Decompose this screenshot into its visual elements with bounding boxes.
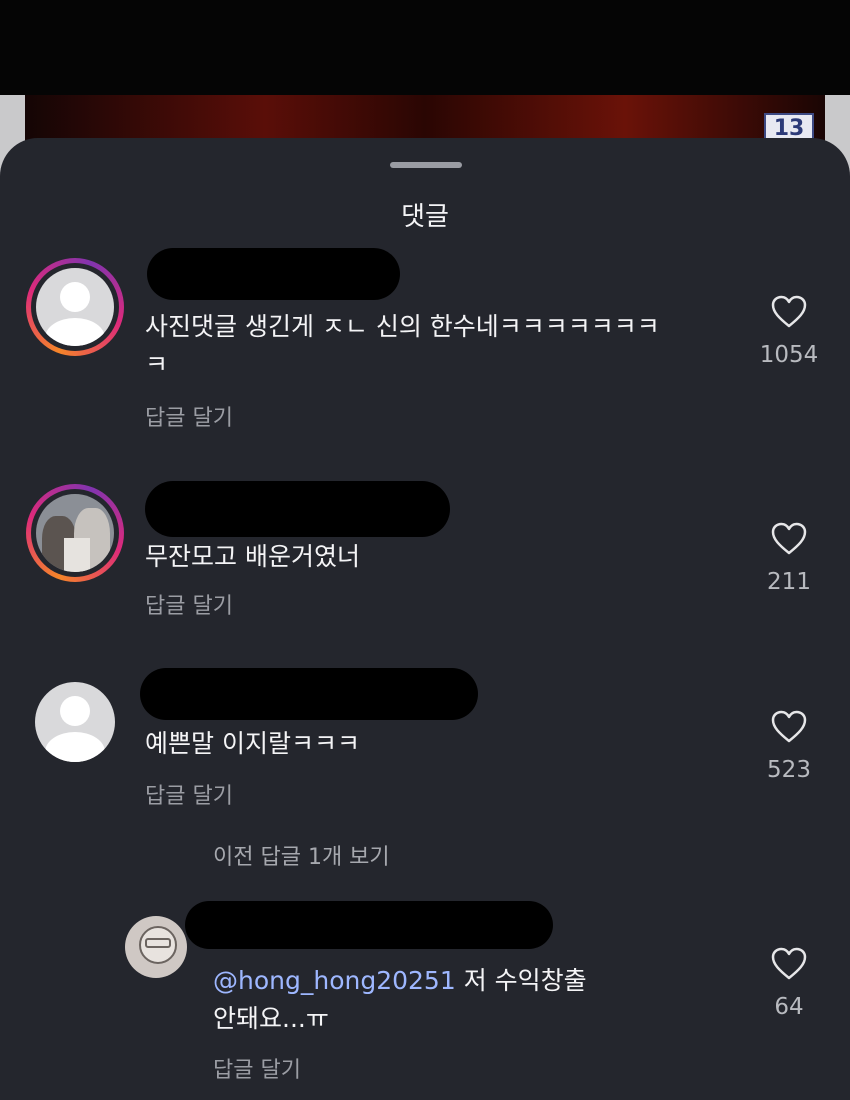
comment-text: 사진댓글 생긴게 ㅈㄴ 신의 한수네ㅋㅋㅋㅋㅋㅋㅋ ㅋ bbox=[145, 312, 660, 379]
profile-photo bbox=[36, 494, 114, 572]
default-avatar-icon bbox=[36, 268, 114, 346]
avatar[interactable] bbox=[125, 916, 187, 978]
reply-button[interactable]: 답글 달기 bbox=[213, 1052, 301, 1084]
heart-icon[interactable] bbox=[769, 519, 809, 559]
redacted-username bbox=[140, 668, 478, 720]
redacted-username bbox=[147, 248, 400, 300]
reply-button[interactable]: 답글 달기 bbox=[145, 588, 233, 620]
like-count: 523 bbox=[767, 757, 811, 783]
comments-sheet: 댓글 사진댓글 생긴게 ㅈㄴ 신의 한수네ㅋㅋㅋㅋㅋㅋㅋ ㅋ 답글 달기 105… bbox=[0, 138, 850, 1100]
default-avatar-icon[interactable] bbox=[35, 682, 115, 762]
status-bar-area bbox=[0, 0, 850, 95]
like-count: 1054 bbox=[759, 342, 819, 368]
heart-icon[interactable] bbox=[769, 944, 809, 984]
mention-link[interactable]: @hong_hong20251 bbox=[213, 966, 456, 995]
redacted-username bbox=[145, 481, 450, 537]
reply-button[interactable]: 답글 달기 bbox=[145, 778, 233, 810]
like-count: 64 bbox=[774, 994, 804, 1020]
comment-text: 무잔모고 배운거였너 bbox=[145, 542, 360, 571]
reply-button[interactable]: 답글 달기 bbox=[145, 400, 233, 432]
avatar[interactable] bbox=[26, 484, 124, 582]
sheet-title: 댓글 bbox=[401, 202, 449, 232]
view-previous-replies-button[interactable]: 이전 답글 1개 보기 bbox=[213, 839, 390, 871]
drag-handle[interactable] bbox=[390, 162, 462, 168]
redacted-username bbox=[185, 901, 553, 949]
heart-icon[interactable] bbox=[769, 292, 809, 332]
avatar[interactable] bbox=[26, 258, 124, 356]
comment-text: 예쁜말 이지랄ㅋㅋㅋ bbox=[145, 729, 360, 758]
reply-text: @hong_hong20251 저 수익창출 안돼요...ㅠ bbox=[213, 966, 587, 1033]
like-count: 211 bbox=[767, 569, 811, 595]
heart-icon[interactable] bbox=[769, 707, 809, 747]
